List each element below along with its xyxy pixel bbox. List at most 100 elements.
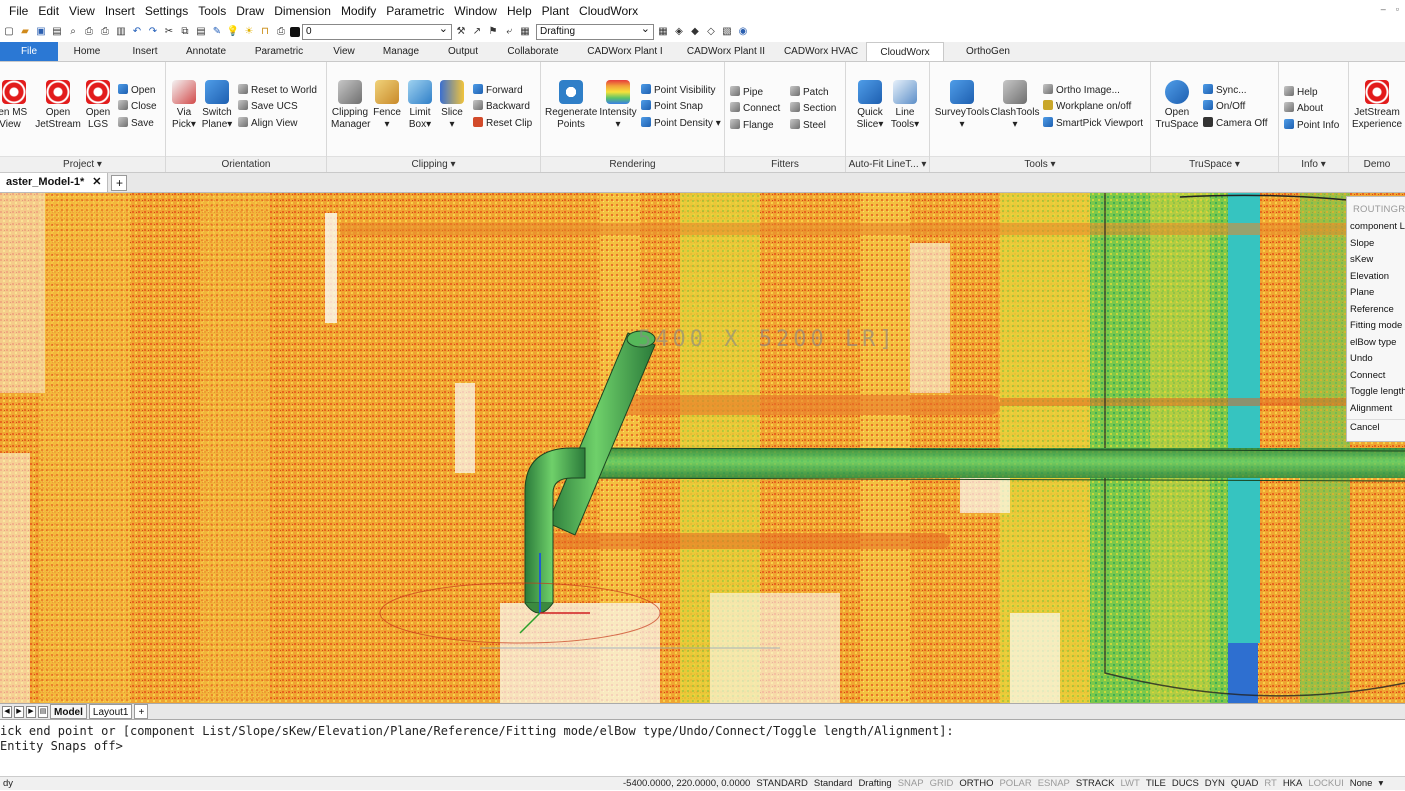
menu-help[interactable]: Help <box>502 0 537 22</box>
menu-item-component-li[interactable]: component Li <box>1347 219 1405 236</box>
reset-to-world-button[interactable]: Reset to World <box>238 84 317 98</box>
status-toggle-quad[interactable]: QUAD <box>1228 777 1261 791</box>
status-toggle-drafting[interactable]: Drafting <box>855 777 894 791</box>
point-snap-button[interactable]: Point Snap <box>641 100 703 114</box>
ortho-image-button[interactable]: Ortho Image... <box>1043 84 1120 98</box>
tab-orthogen[interactable]: OrthoGen <box>944 42 1032 61</box>
prev-layout-icon[interactable]: ▶ <box>14 705 24 718</box>
menu-file[interactable]: File <box>4 0 33 22</box>
onoff-button[interactable]: On/Off <box>1203 100 1245 114</box>
command-line[interactable]: ick end point or [component List/Slope/s… <box>0 721 1405 777</box>
layer-tools-icon[interactable]: ⚒ <box>454 25 468 39</box>
menu-cloudworx[interactable]: CloudWorx <box>574 0 643 22</box>
status-toggle-dyn[interactable]: DYN <box>1202 777 1228 791</box>
close-button[interactable]: Close <box>118 100 157 114</box>
status-toggle-hka[interactable]: HKA <box>1280 777 1306 791</box>
save-button[interactable]: Save <box>118 117 154 131</box>
open-button[interactable]: Open <box>118 84 155 98</box>
plot-icon[interactable]: ⎙ <box>98 25 112 39</box>
status-toggle-tile[interactable]: TILE <box>1143 777 1169 791</box>
status-toggle-grid[interactable]: GRID <box>927 777 957 791</box>
clash-tools-button[interactable]: ClashTools ▾ <box>990 80 1040 131</box>
menu-draw[interactable]: Draw <box>231 0 269 22</box>
status-toggle-snap[interactable]: SNAP <box>895 777 927 791</box>
jetstream-experience-button[interactable]: JetStream Experience <box>1351 80 1403 131</box>
layer-state-icon[interactable]: ▦ <box>518 25 532 39</box>
intensity-button[interactable]: Intensity ▾ <box>599 80 637 131</box>
print-icon[interactable]: ⎙ <box>82 25 96 39</box>
next-layout-icon[interactable]: ▶ <box>26 705 36 718</box>
menu-item-elevation[interactable]: Elevation <box>1347 269 1405 286</box>
point-info-button[interactable]: Point Info <box>1284 119 1339 133</box>
paste-icon[interactable]: ▤ <box>194 25 208 39</box>
menu-modify[interactable]: Modify <box>336 0 381 22</box>
menu-dimension[interactable]: Dimension <box>269 0 336 22</box>
help-button[interactable]: Help <box>1284 86 1318 100</box>
workspace-select[interactable]: Drafting <box>536 22 654 40</box>
status-toggle-lockui[interactable]: LOCKUI <box>1305 777 1346 791</box>
menu-insert[interactable]: Insert <box>100 0 140 22</box>
tab-manage[interactable]: Manage <box>368 42 434 61</box>
new-icon[interactable]: ▢ <box>2 25 16 39</box>
forward-button[interactable]: Forward <box>473 84 523 98</box>
menu-item-toggle-length[interactable]: Toggle length <box>1347 384 1405 401</box>
camera-off-button[interactable]: Camera Off <box>1203 117 1268 131</box>
tab-view[interactable]: View <box>320 42 368 61</box>
menu-item-undo[interactable]: Undo <box>1347 351 1405 368</box>
save-ucs-button[interactable]: Save UCS <box>238 100 298 114</box>
tab-home[interactable]: Home <box>58 42 116 61</box>
point-visibility-button[interactable]: Point Visibility <box>641 84 716 98</box>
regenerate-points-button[interactable]: Regenerate Points <box>545 80 597 131</box>
status-toggle-esnap[interactable]: ESNAP <box>1035 777 1073 791</box>
status-toggle-lwt[interactable]: LWT <box>1117 777 1142 791</box>
survey-tools-button[interactable]: SurveyTools ▾ <box>934 80 990 131</box>
menu-item-slope[interactable]: Slope <box>1347 236 1405 253</box>
matchprop-icon[interactable]: ✎ <box>210 25 224 39</box>
restore-icon[interactable]: ▫ <box>1396 4 1399 14</box>
add-layout-button[interactable]: + <box>134 704 149 719</box>
layer-print-icon[interactable]: ⎙ <box>274 25 288 39</box>
layer-select[interactable]: 0 <box>302 22 452 40</box>
find-icon[interactable]: ⌕ <box>66 25 80 39</box>
layer-bulb-icon[interactable]: 💡 <box>226 25 240 39</box>
reset-clip-button[interactable]: Reset Clip <box>473 117 532 131</box>
ws-tool4-icon[interactable]: ▧ <box>720 25 734 39</box>
clipping-manager-button[interactable]: Clipping Manager <box>331 80 370 131</box>
layout-tab-model[interactable]: Model <box>50 704 87 719</box>
panel-title[interactable]: Clipping ▾ <box>327 156 540 172</box>
menu-edit[interactable]: Edit <box>33 0 64 22</box>
status-toggle-rt[interactable]: RT <box>1261 777 1280 791</box>
menu-window[interactable]: Window <box>449 0 502 22</box>
open-icon[interactable]: ▰ <box>18 25 32 39</box>
drawing-viewport[interactable]: 5400 X 5200 LR] <box>0 193 1405 703</box>
smartpick-button[interactable]: SmartPick Viewport <box>1043 117 1143 131</box>
status-toggle-strack[interactable]: STRACK <box>1073 777 1118 791</box>
via-pick-button[interactable]: Via Pick▾ <box>170 80 198 131</box>
menu-item-cancel[interactable]: Cancel <box>1347 419 1405 436</box>
quick-slice-button[interactable]: Quick Slice▾ <box>854 80 886 131</box>
open-lgs-button[interactable]: Open LGS <box>84 80 112 131</box>
status-menu-icon[interactable]: ▾ <box>1375 777 1386 791</box>
layer-sun-icon[interactable]: ☀ <box>242 25 256 39</box>
menu-item-plane[interactable]: Plane <box>1347 285 1405 302</box>
tab-parametric[interactable]: Parametric <box>238 42 320 61</box>
menu-item-fitting-mode[interactable]: Fitting mode <box>1347 318 1405 335</box>
menu-item-connect[interactable]: Connect <box>1347 368 1405 385</box>
tab-output[interactable]: Output <box>434 42 492 61</box>
flange-button[interactable]: Flange <box>730 119 774 133</box>
fence-button[interactable]: Fence ▾ <box>373 80 401 131</box>
layer-walk-icon[interactable]: ↗ <box>470 25 484 39</box>
copy-icon[interactable]: ⧉ <box>178 25 192 39</box>
open-truspace-button[interactable]: Open TruSpace <box>1155 80 1199 131</box>
tab-annotate[interactable]: Annotate <box>174 42 238 61</box>
pipe-button[interactable]: Pipe <box>730 86 763 100</box>
ws-tool3-icon[interactable]: ◇ <box>704 25 718 39</box>
undo-icon[interactable]: ↶ <box>130 25 144 39</box>
status-toggle-polar[interactable]: POLAR <box>996 777 1034 791</box>
menu-item-alignment[interactable]: Alignment <box>1347 401 1405 418</box>
line-tools-button[interactable]: Line Tools▾ <box>888 80 922 131</box>
menu-plant[interactable]: Plant <box>537 0 574 22</box>
help-icon[interactable]: ◉ <box>736 25 750 39</box>
tab-cadworx-plant-ii[interactable]: CADWorx Plant II <box>676 42 776 61</box>
menu-view[interactable]: View <box>64 0 100 22</box>
